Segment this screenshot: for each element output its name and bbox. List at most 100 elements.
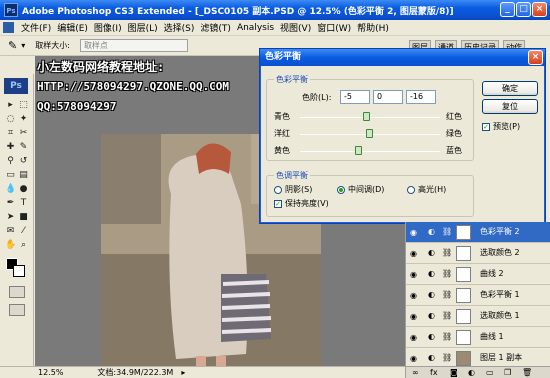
layer-mask-thumbnail[interactable] [456,225,471,240]
visibility-eye-icon[interactable]: ◉ [408,290,419,301]
move-tool-icon[interactable]: ▸ [5,100,16,111]
visibility-eye-icon[interactable]: ◉ [408,248,419,259]
mask-link-icon[interactable]: ⛓ [442,290,452,299]
layer-row[interactable]: ◉ ◐ ⛓ 色彩平衡 1 [406,285,550,306]
maximize-button[interactable]: □ [516,2,531,17]
level-magenta-green-input[interactable]: 0 [373,90,403,104]
crop-tool-icon[interactable]: ⌗ [5,128,16,139]
menu-select[interactable]: 选择(S) [161,21,198,34]
sample-size-select[interactable]: 取样点 [79,39,188,52]
eyedropper-tool-icon[interactable]: ⁄ [18,226,29,237]
reset-button[interactable]: 复位 [482,99,538,114]
status-menu-arrow-icon[interactable]: ▸ [181,368,185,377]
mask-link-icon[interactable]: ⛓ [442,353,452,362]
layer-name[interactable]: 选取颜色 2 [480,247,520,258]
layer-name[interactable]: 曲线 1 [480,331,504,342]
type-tool-icon[interactable]: T [18,198,29,209]
delete-layer-icon[interactable]: 🗑 [522,368,532,377]
midtones-radio[interactable] [337,186,345,194]
layer-mask-thumbnail[interactable] [456,309,471,324]
magic-wand-icon[interactable]: ✦ [18,114,29,125]
ok-button[interactable]: 确定 [482,81,538,96]
highlights-label[interactable]: 高光(H) [418,184,446,195]
app-menu-icon[interactable] [3,22,14,33]
eyedropper-icon[interactable]: ✎ [8,39,17,52]
cyan-red-slider-track[interactable] [300,117,440,118]
layer-mask-thumbnail[interactable] [456,246,471,261]
minimize-button[interactable]: _ [500,2,515,17]
layer-name[interactable]: 图层 1 副本 [480,352,522,363]
layer-style-icon[interactable]: fx [430,368,438,377]
healing-brush-icon[interactable]: ✚ [5,142,16,153]
clone-stamp-icon[interactable]: ⚲ [5,156,16,167]
close-button[interactable]: × [532,2,547,17]
menu-image[interactable]: 图像(I) [91,21,125,34]
history-brush-icon[interactable]: ↺ [18,156,29,167]
new-group-icon[interactable]: ▭ [486,368,494,377]
preserve-luminosity-label[interactable]: 保持亮度(V) [285,198,329,209]
visibility-eye-icon[interactable]: ◉ [408,269,419,280]
level-yellow-blue-input[interactable]: -16 [406,90,436,104]
cyan-red-slider-thumb[interactable] [362,112,370,121]
menu-help[interactable]: 帮助(H) [354,21,392,34]
quick-mask-icon[interactable] [9,286,25,298]
preserve-luminosity-checkbox[interactable]: ✓ [274,200,282,208]
adjustment-layer-icon[interactable]: ◐ [468,368,475,377]
layer-mask-thumbnail[interactable] [456,330,471,345]
mask-link-icon[interactable]: ⛓ [442,248,452,257]
tool-preset-arrow-icon[interactable]: ▾ [21,41,25,50]
link-layers-icon[interactable]: ∞ [412,368,419,377]
layer-row[interactable]: ◉ ◐ ⛓ 色彩平衡 2 [406,222,550,243]
add-mask-icon[interactable]: ◙ [450,368,458,377]
yellow-blue-slider-thumb[interactable] [354,146,362,155]
notes-tool-icon[interactable]: ✉ [5,226,16,237]
preview-label[interactable]: 预览(P) [493,121,520,132]
layer-name[interactable]: 选取颜色 1 [480,310,520,321]
mask-link-icon[interactable]: ⛓ [442,311,452,320]
shadows-radio[interactable] [274,186,282,194]
midtones-label[interactable]: 中间调(D) [348,184,384,195]
background-color-swatch[interactable] [13,265,25,277]
mask-link-icon[interactable]: ⛓ [442,332,452,341]
screen-mode-icon[interactable] [9,304,25,316]
blur-tool-icon[interactable]: 💧 [5,184,16,195]
layer-name[interactable]: 色彩平衡 2 [480,226,520,237]
menu-file[interactable]: 文件(F) [18,21,54,34]
menu-edit[interactable]: 编辑(E) [54,21,91,34]
preview-checkbox[interactable]: ✓ [482,123,490,131]
menu-layer[interactable]: 图层(L) [125,21,161,34]
layer-mask-thumbnail[interactable] [456,288,471,303]
path-select-icon[interactable]: ➤ [5,212,16,223]
brush-tool-icon[interactable]: ✎ [18,142,29,153]
gradient-tool-icon[interactable]: ▤ [18,170,29,181]
pen-tool-icon[interactable]: ✒ [5,198,16,209]
visibility-eye-icon[interactable]: ◉ [408,227,419,238]
magenta-green-slider-thumb[interactable] [366,129,373,138]
zoom-level[interactable]: 12.5% [38,368,63,377]
visibility-eye-icon[interactable]: ◉ [408,311,419,322]
menu-view[interactable]: 视图(V) [277,21,314,34]
layer-mask-thumbnail[interactable] [456,267,471,282]
shadows-label[interactable]: 阴影(S) [285,184,312,195]
lasso-tool-icon[interactable]: ◌ [5,114,16,125]
menu-filter[interactable]: 滤镜(T) [197,21,234,34]
marquee-tool-icon[interactable]: ⬚ [18,100,29,111]
layer-row[interactable]: ◉ ◐ ⛓ 曲线 1 [406,327,550,348]
layer-name[interactable]: 色彩平衡 1 [480,289,520,300]
dialog-close-button[interactable]: × [528,50,543,65]
dodge-tool-icon[interactable]: ● [18,184,29,195]
layer-mask-thumbnail[interactable] [456,351,471,366]
highlights-radio[interactable] [407,186,415,194]
level-cyan-red-input[interactable]: -5 [340,90,370,104]
menu-analysis[interactable]: Analysis [234,23,277,33]
hand-tool-icon[interactable]: ✋ [5,240,16,251]
yellow-blue-slider-track[interactable] [300,151,440,152]
shape-tool-icon[interactable]: ■ [18,212,29,223]
layer-name[interactable]: 曲线 2 [480,268,504,279]
eraser-tool-icon[interactable]: ▭ [5,170,16,181]
zoom-tool-icon[interactable]: ⌕ [18,240,29,251]
slice-tool-icon[interactable]: ✂ [18,128,29,139]
new-layer-icon[interactable]: ❐ [504,368,511,377]
layer-row[interactable]: ◉ ◐ ⛓ 选取颜色 1 [406,306,550,327]
layer-row[interactable]: ◉ ◐ ⛓ 曲线 2 [406,264,550,285]
